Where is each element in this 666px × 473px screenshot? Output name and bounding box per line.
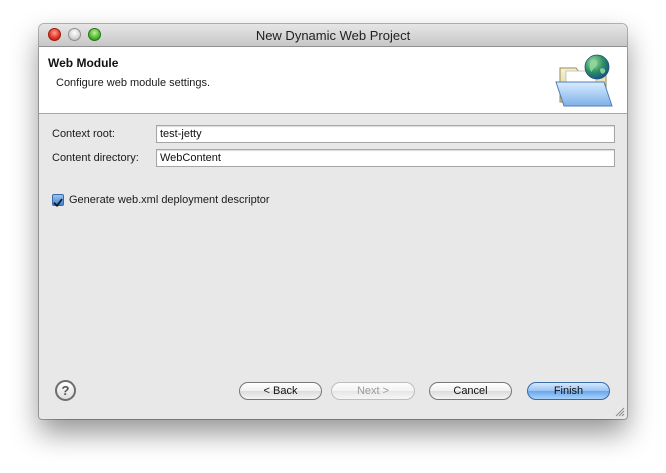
wizard-banner: Web Module Configure web module settings… [39,47,627,114]
help-button[interactable]: ? [55,380,76,401]
finish-button[interactable]: Finish [527,382,610,400]
page-title: Web Module [48,56,119,70]
context-root-label: Context root: [52,128,115,140]
generate-descriptor-label[interactable]: Generate web.xml deployment descriptor [69,194,270,206]
title-bar[interactable]: New Dynamic Web Project [39,24,627,47]
content-directory-label: Content directory: [52,152,139,164]
back-button[interactable]: < Back [239,382,322,400]
window-title: New Dynamic Web Project [255,28,411,43]
resize-grip-icon[interactable] [614,406,625,417]
web-folder-globe-icon [555,54,613,107]
dialog-window: New Dynamic Web Project Web Module Confi… [39,24,627,419]
generate-descriptor-checkbox[interactable] [52,194,64,207]
page-description: Configure web module settings. [56,77,211,89]
next-button[interactable]: Next > [331,382,415,400]
checkmark-icon [53,198,63,207]
content-directory-input[interactable] [156,149,615,167]
context-root-input[interactable] [156,125,615,143]
cancel-button[interactable]: Cancel [429,382,512,400]
